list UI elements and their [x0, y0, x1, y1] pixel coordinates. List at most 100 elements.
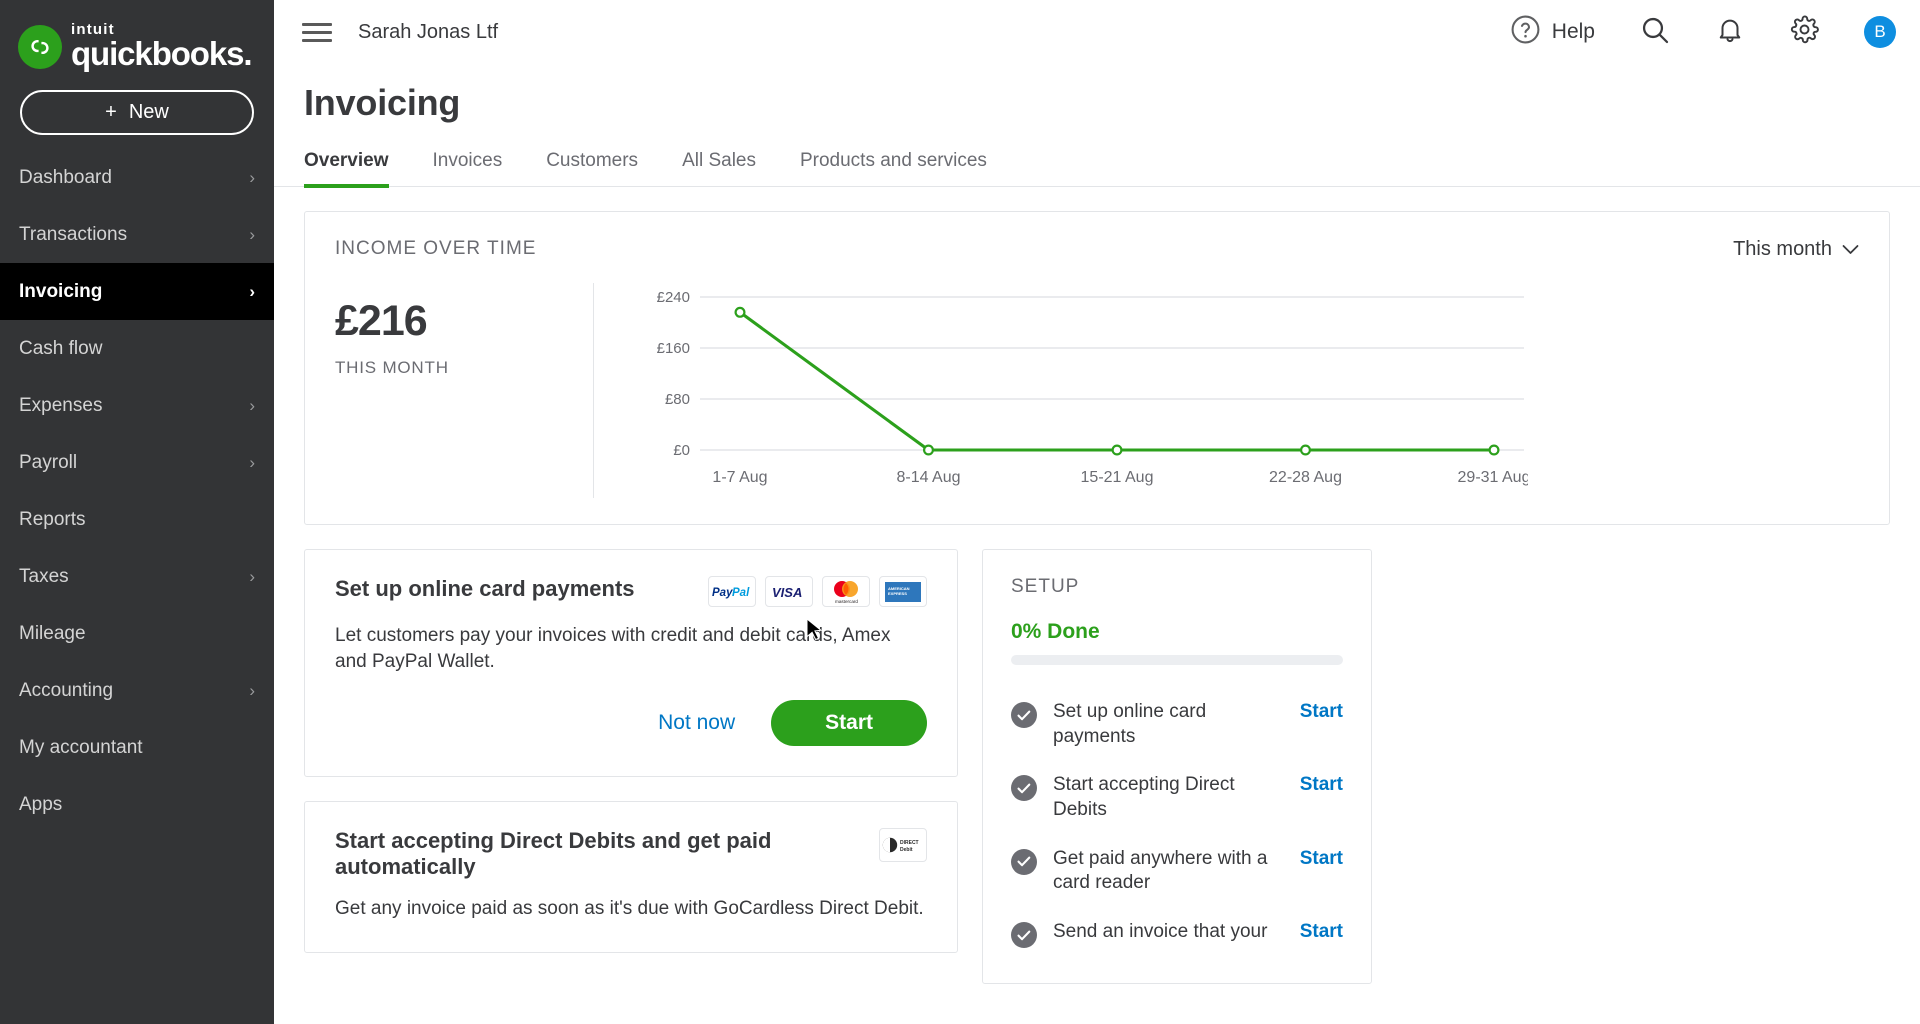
svg-text:£80: £80 [665, 391, 690, 408]
check-icon [1011, 702, 1037, 728]
card-payments-header: Set up online card payments Pay Pal VISA… [335, 576, 927, 607]
svg-text:DIRECT: DIRECT [900, 840, 919, 846]
sidebar-item-label: Transactions [19, 223, 128, 245]
svg-text:Pay: Pay [712, 587, 733, 599]
sidebar-item-reports[interactable]: Reports [0, 491, 274, 548]
card-payments-description: Let customers pay your invoices with cre… [335, 625, 891, 672]
quickbooks-wordmark: intuit quickbooks. [71, 22, 253, 71]
sidebar-item-mileage[interactable]: Mileage [0, 605, 274, 662]
tab-all-sales[interactable]: All Sales [660, 150, 778, 186]
gear-icon [1789, 14, 1820, 50]
sidebar-item-my-accountant[interactable]: My accountant [0, 719, 274, 776]
sidebar-item-label: Apps [19, 793, 63, 815]
check-icon [1011, 775, 1037, 802]
svg-text:£160: £160 [657, 340, 690, 357]
notifications-button[interactable] [1715, 15, 1745, 50]
payment-logos: Pay Pal VISA mastercard AMERICAN EXPRESS [708, 576, 927, 607]
sidebar-item-accounting[interactable]: Accounting › [0, 662, 274, 719]
sidebar-item-label: Mileage [19, 622, 86, 644]
direct-debit-title: Start accepting Direct Debits and get pa… [335, 828, 772, 880]
tab-bar: Overview Invoices Customers All Sales Produc… [274, 150, 1920, 188]
setup-item-start-link[interactable]: Start [1300, 701, 1343, 723]
tab-products-and-services[interactable]: Products and services [778, 150, 1009, 186]
tab-customers[interactable]: Customers [524, 150, 660, 186]
direct-debit-logo: DIRECT Debit [879, 828, 927, 863]
sidebar-item-taxes[interactable]: Taxes › [0, 548, 274, 605]
sidebar-item-dashboard[interactable]: Dashboard › [0, 149, 274, 206]
sidebar-item-apps[interactable]: Apps [0, 776, 274, 833]
income-card-title: INCOME OVER TIME [335, 238, 537, 259]
search-button[interactable] [1639, 14, 1671, 51]
help-label: Help [1551, 20, 1595, 43]
start-card-payments-button[interactable]: Start [771, 700, 927, 747]
quickbooks-logo[interactable]: intuit quickbooks. [0, 0, 274, 72]
setup-item-label: Get paid anywhere with a card reader [1053, 847, 1268, 894]
search-icon [1639, 14, 1671, 51]
setup-checklist: Set up online card payments Start Start ac… [1011, 691, 1343, 963]
sidebar-item-transactions[interactable]: Transactions › [0, 206, 274, 263]
income-over-time-card: INCOME OVER TIME This month £216 THIS MO… [304, 211, 1890, 525]
chevron-right-icon: › [249, 396, 255, 415]
svg-text:EXPRESS: EXPRESS [888, 591, 907, 596]
setup-column: SETUP 0% Done Set up online card payment… [982, 549, 1372, 985]
svg-text:8-14 Aug: 8-14 Aug [896, 469, 960, 486]
page-content: INCOME OVER TIME This month £216 THIS MO… [274, 187, 1920, 985]
sidebar-item-label: Taxes [19, 565, 69, 587]
setup-item: Get paid anywhere with a card reader Star… [1011, 838, 1343, 911]
setup-item-label: Set up online card payments [1053, 701, 1207, 747]
tab-invoices[interactable]: Invoices [411, 150, 525, 186]
new-button[interactable]: + New [20, 90, 254, 135]
svg-text:£0: £0 [673, 442, 690, 459]
avatar[interactable]: B [1864, 16, 1896, 48]
svg-text:22-28 Aug: 22-28 Aug [1269, 469, 1342, 486]
topbar-actions: Help B [1510, 14, 1896, 51]
main-area: Sarah Jonas Ltf Help B Invoicing Overvie… [274, 0, 1920, 1024]
not-now-button[interactable]: Not now [644, 703, 749, 743]
svg-text:Pal: Pal [732, 587, 750, 599]
sidebar-item-invoicing[interactable]: Invoicing › [0, 263, 274, 320]
setup-item-label: Start accepting Direct Debits [1053, 774, 1235, 821]
setup-item-start-link[interactable]: Start [1300, 774, 1343, 796]
help-button[interactable]: Help [1510, 14, 1595, 50]
income-amount: £216 [335, 297, 428, 345]
sidebar-item-label: Cash flow [19, 337, 103, 359]
chevron-right-icon: › [249, 225, 255, 244]
chevron-down-icon [1842, 238, 1859, 261]
setup-item: Set up online card payments Start [1011, 691, 1343, 764]
sidebar-item-label: Dashboard [19, 166, 112, 188]
chevron-right-icon: › [249, 168, 255, 187]
period-selector[interactable]: This month [1733, 238, 1859, 261]
period-label: This month [1733, 238, 1832, 260]
tab-overview[interactable]: Overview [304, 150, 411, 188]
sidebar-item-label: My accountant [19, 736, 143, 758]
svg-text:Debit: Debit [900, 847, 913, 853]
setup-panel: SETUP 0% Done Set up online card payment… [982, 549, 1372, 985]
company-name[interactable]: Sarah Jonas Ltf [358, 21, 498, 44]
settings-button[interactable] [1789, 14, 1820, 50]
sidebar-item-expenses[interactable]: Expenses › [0, 377, 274, 434]
menu-toggle-icon[interactable] [302, 22, 332, 42]
promo-setup-row: Set up online card payments Pay Pal VISA… [304, 549, 1890, 985]
plus-icon: + [105, 101, 117, 123]
setup-item: Start accepting Direct Debits Start [1011, 764, 1343, 837]
promo-column: Set up online card payments Pay Pal VISA… [304, 549, 958, 953]
setup-progress-label: 0% Done [1011, 620, 1100, 643]
income-card-header: INCOME OVER TIME This month [335, 238, 1859, 261]
check-icon [1011, 848, 1037, 875]
help-icon [1510, 14, 1541, 50]
sidebar-item-label: Invoicing [19, 280, 103, 302]
card-payments-title: Set up online card payments [335, 576, 635, 601]
chevron-right-icon: › [249, 453, 255, 472]
sidebar-item-payroll[interactable]: Payroll › [0, 434, 274, 491]
setup-item-start-link[interactable]: Start [1300, 848, 1343, 870]
direct-debit-description: Get any invoice paid as soon as it's due… [335, 898, 924, 920]
setup-item-start-link[interactable]: Start [1300, 921, 1343, 943]
sidebar-nav: Dashboard › Transactions › Invoicing › Cash fl… [0, 149, 274, 833]
topbar: Sarah Jonas Ltf Help B [274, 0, 1920, 64]
income-period-caption: THIS MONTH [335, 358, 449, 377]
check-icon [1011, 922, 1037, 949]
chevron-right-icon: › [249, 567, 255, 586]
svg-text:29-31 Aug: 29-31 Aug [1458, 469, 1528, 486]
sidebar-item-cash-flow[interactable]: Cash flow [0, 320, 274, 377]
visa-logo: VISA [765, 576, 813, 607]
